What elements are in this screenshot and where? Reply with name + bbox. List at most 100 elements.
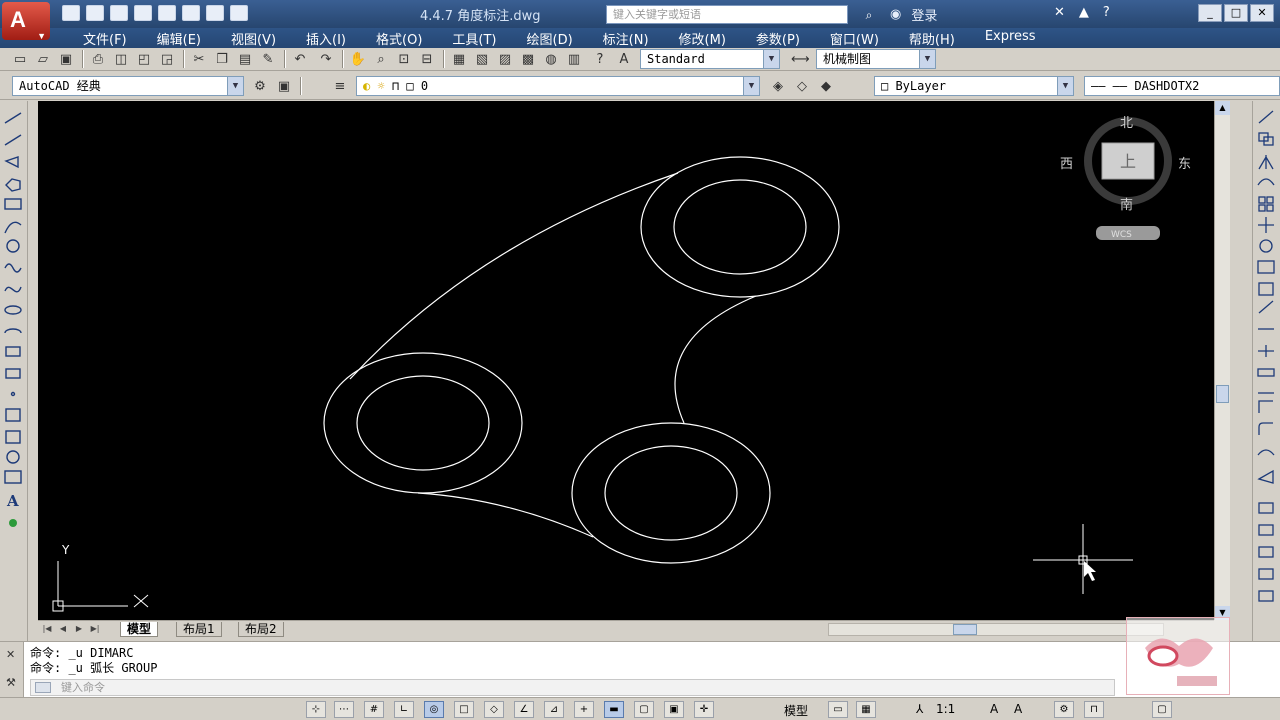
plot-preview-icon[interactable]: ◫	[111, 50, 131, 68]
menu-format[interactable]: 格式(O)	[361, 28, 437, 48]
polar-tracking-toggle[interactable]: ◎	[424, 701, 444, 718]
next-tab-button[interactable]: ▶	[72, 623, 86, 635]
lineweight-toggle[interactable]: ▬	[604, 701, 624, 718]
annotation-scale-icon[interactable]: ⅄	[916, 702, 923, 716]
maximize-button[interactable]: □	[1224, 4, 1248, 22]
menu-file[interactable]: 文件(F)	[68, 28, 142, 48]
quick-view-drawings-icon[interactable]: ▦	[856, 701, 876, 718]
annotation-visibility-icon[interactable]: A	[990, 702, 998, 716]
publish-icon[interactable]: ◰	[134, 50, 154, 68]
close-command-icon[interactable]: ✕	[6, 648, 15, 661]
close-button[interactable]: ✕	[1250, 4, 1274, 22]
drawing-canvas[interactable]: Y 上 北 南 东 西 WCS	[38, 101, 1214, 620]
last-tab-button[interactable]: ▶|	[88, 623, 102, 635]
menu-express[interactable]: Express	[970, 28, 1051, 48]
first-tab-button[interactable]: |◀	[40, 623, 54, 635]
copy-icon[interactable]: ❐	[212, 50, 232, 68]
user-icon[interactable]: ◉	[890, 7, 901, 22]
menu-draw[interactable]: 绘图(D)	[512, 28, 588, 48]
tab-layout2[interactable]: 布局2	[238, 622, 284, 637]
new-icon[interactable]	[62, 5, 80, 21]
auto-scale-icon[interactable]: A	[1014, 702, 1022, 716]
tool-palettes-icon[interactable]: ▨	[495, 50, 515, 68]
redo-icon[interactable]	[230, 5, 248, 21]
zoom-previous-icon[interactable]: ⊟	[417, 50, 437, 68]
model-space-label[interactable]: 模型	[784, 702, 808, 719]
workspace-switching-icon[interactable]: ⚙	[1054, 701, 1074, 718]
selection-cycling-toggle[interactable]: ✛	[694, 701, 714, 718]
command-prompt-icon[interactable]	[35, 682, 51, 693]
quick-properties-toggle[interactable]: ▣	[664, 701, 684, 718]
menu-view[interactable]: 视图(V)	[216, 28, 291, 48]
workspace-settings-icon[interactable]: ⚙	[250, 77, 270, 95]
menu-parametric[interactable]: 参数(P)	[741, 28, 815, 48]
annotation-scale[interactable]: 1:1	[936, 702, 955, 716]
print-icon[interactable]: ⎙	[88, 50, 108, 68]
menu-window[interactable]: 窗口(W)	[815, 28, 894, 48]
dynamic-input-toggle[interactable]: +	[574, 701, 594, 718]
zoom-window-icon[interactable]: ⊡	[394, 50, 414, 68]
workspace-select[interactable]: AutoCAD 经典 ▼	[12, 76, 244, 96]
save-as-icon[interactable]	[134, 5, 152, 21]
plot-preview-icon[interactable]	[158, 5, 176, 21]
cut-icon[interactable]: ✂	[189, 50, 209, 68]
paste-icon[interactable]: ▤	[235, 50, 255, 68]
linetype-select[interactable]: —— —— DASHDOTX2	[1084, 76, 1280, 96]
dynamic-ucs-toggle[interactable]: ⊿	[544, 701, 564, 718]
tab-layout1[interactable]: 布局1	[176, 622, 222, 637]
clean-screen-icon[interactable]: ▢	[1152, 701, 1172, 718]
vertical-scroll-thumb[interactable]	[1216, 385, 1229, 403]
sign-in-link[interactable]: 登录	[911, 5, 937, 24]
ortho-mode-toggle[interactable]: ∟	[394, 701, 414, 718]
dim-style-select[interactable]: 机械制图 ▼	[816, 49, 936, 69]
help-icon[interactable]: ?	[1103, 5, 1110, 20]
customize-command-icon[interactable]: ⚒	[6, 676, 16, 689]
tab-model[interactable]: 模型	[120, 622, 159, 637]
horizontal-scroll-thumb[interactable]	[953, 624, 977, 635]
application-menu-button[interactable]: A ▼	[2, 2, 50, 41]
transparency-toggle[interactable]: ▢	[634, 701, 654, 718]
autodesk-a360-icon[interactable]: ▲	[1079, 5, 1089, 20]
vertical-scrollbar[interactable]: ▲ ▼	[1214, 101, 1230, 620]
undo-icon[interactable]	[206, 5, 224, 21]
workspace-save-icon[interactable]: ▣	[274, 77, 294, 95]
menu-dimension[interactable]: 标注(N)	[588, 28, 664, 48]
new-icon[interactable]: ▭	[10, 50, 30, 68]
layer-previous-icon[interactable]: ◇	[792, 77, 812, 95]
quickcalc-icon[interactable]: ▥	[564, 50, 584, 68]
horizontal-scrollbar[interactable]	[828, 623, 1164, 636]
dim-style-icon[interactable]: ⟷	[790, 50, 810, 68]
save-icon[interactable]: ▣	[56, 50, 76, 68]
object-snap-toggle[interactable]: □	[454, 701, 474, 718]
properties-icon[interactable]: ▦	[449, 50, 469, 68]
undo-icon[interactable]: ↶	[290, 50, 310, 68]
command-window-handle[interactable]: ✕ ⚒	[0, 642, 24, 698]
help-icon[interactable]: ?	[590, 50, 610, 68]
text-style-icon[interactable]: A	[614, 50, 634, 68]
layer-manager-icon[interactable]: ≡	[330, 77, 350, 95]
menu-edit[interactable]: 编辑(E)	[142, 28, 216, 48]
menu-insert[interactable]: 插入(I)	[291, 28, 361, 48]
grid-display-toggle[interactable]: #	[364, 701, 384, 718]
menu-modify[interactable]: 修改(M)	[664, 28, 741, 48]
layer-select[interactable]: ◐ ☼ ⊓ □ 0 ▼	[356, 76, 760, 96]
sheet-set-icon[interactable]: ▩	[518, 50, 538, 68]
binoculars-icon[interactable]: ⌕	[858, 7, 880, 23]
zoom-realtime-icon[interactable]: ⌕	[371, 50, 391, 68]
prev-tab-button[interactable]: ◀	[56, 623, 70, 635]
object-snap-tracking-toggle[interactable]: ∠	[514, 701, 534, 718]
snap-mode-toggle[interactable]: ⋯	[334, 701, 354, 718]
design-center-icon[interactable]: ▧	[472, 50, 492, 68]
open-icon[interactable]	[86, 5, 104, 21]
menu-tools[interactable]: 工具(T)	[437, 28, 511, 48]
infer-constraints-toggle[interactable]: ⊹	[306, 701, 326, 718]
toolbar-lock-icon[interactable]: ⊓	[1084, 701, 1104, 718]
scroll-up-button[interactable]: ▲	[1215, 101, 1230, 115]
match-properties-icon[interactable]: ✎	[258, 50, 278, 68]
print-icon[interactable]	[182, 5, 200, 21]
help-search-input[interactable]: 键入关键字或短语	[606, 5, 848, 24]
layer-states-icon[interactable]: ◆	[816, 77, 836, 95]
redo-icon[interactable]: ↷	[316, 50, 336, 68]
3d-print-icon[interactable]: ◲	[157, 50, 177, 68]
quick-view-layouts-icon[interactable]: ▭	[828, 701, 848, 718]
